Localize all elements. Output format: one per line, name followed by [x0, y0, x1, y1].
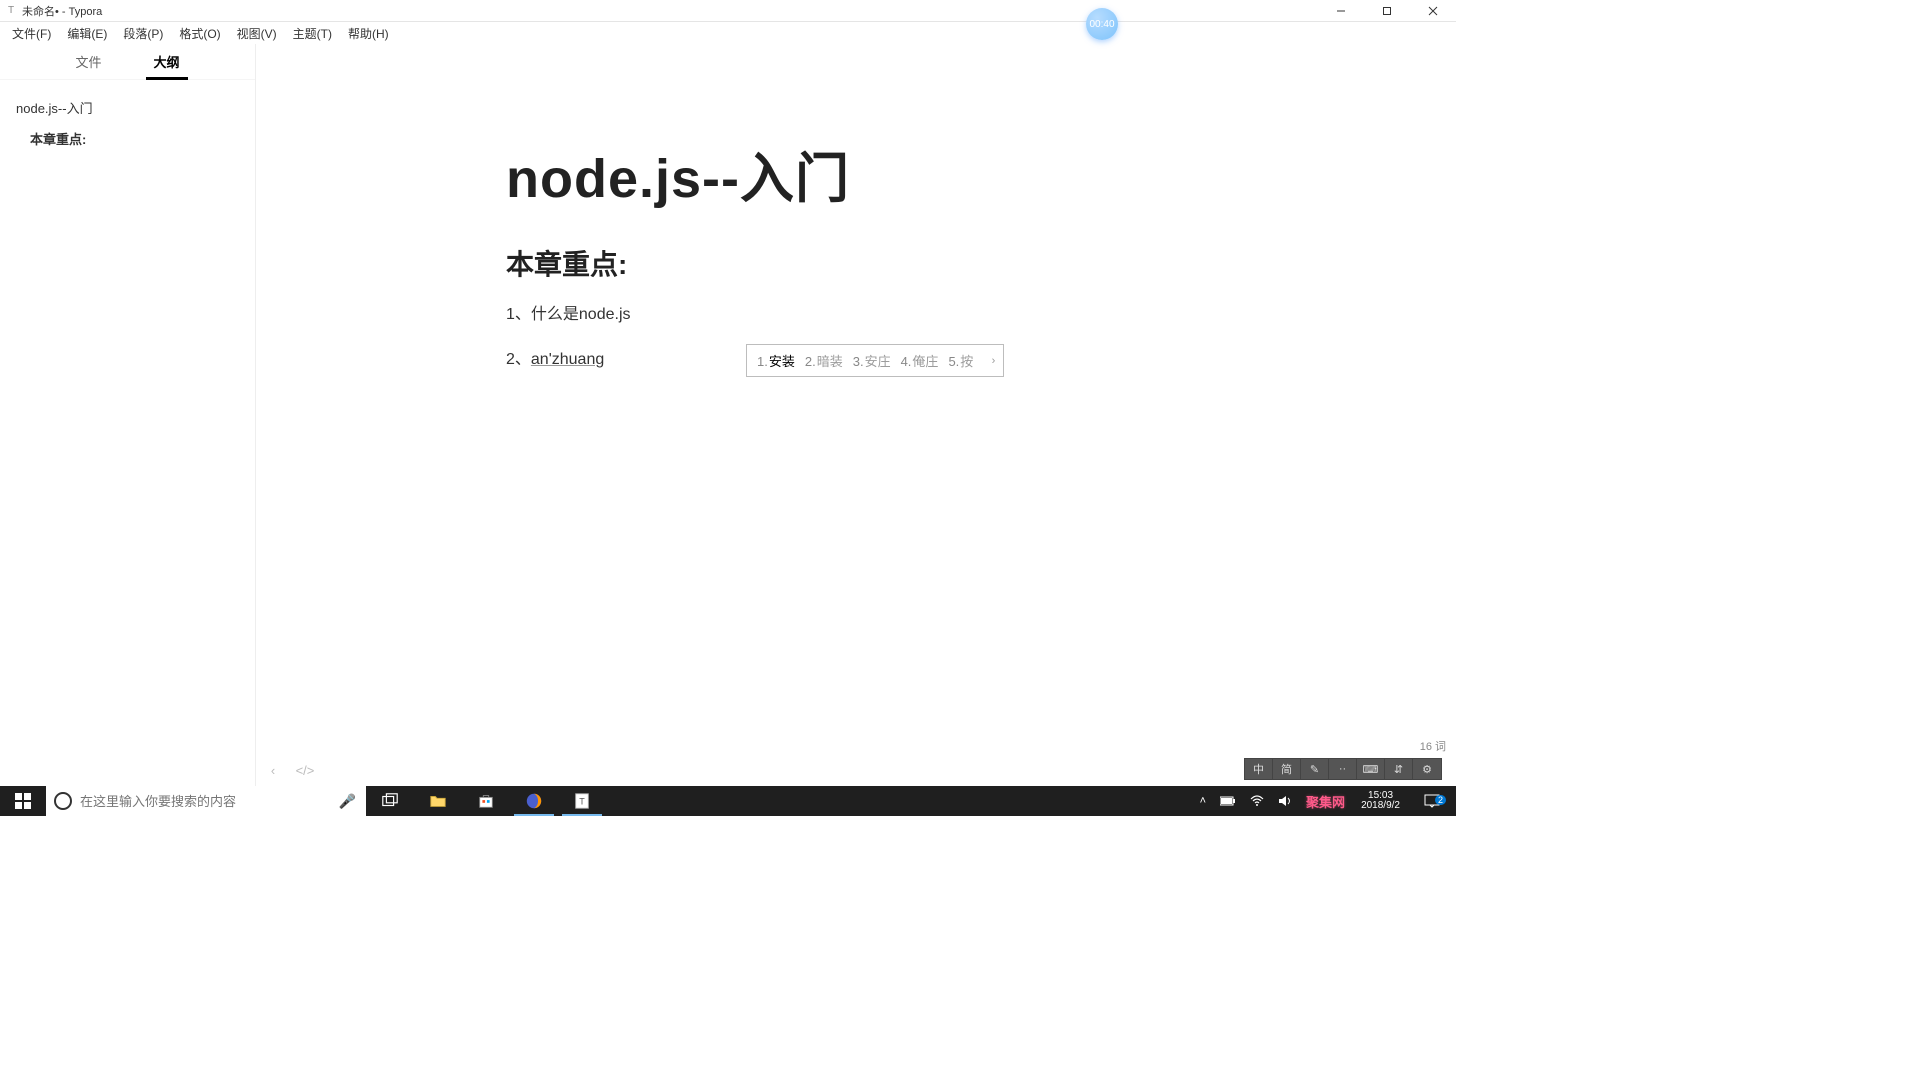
ime-candidate-3[interactable]: 3.安庄 — [853, 351, 891, 370]
menu-bar: 文件(F) 编辑(E) 段落(P) 格式(O) 视图(V) 主题(T) 帮助(H… — [0, 22, 1456, 44]
outline-item-h1[interactable]: node.js--入门 — [8, 92, 247, 123]
ime-candidate-4[interactable]: 4.俺庄 — [901, 351, 939, 370]
editor-footer: ‹ </> — [262, 760, 316, 780]
tab-files[interactable]: 文件 — [69, 44, 107, 79]
watermark-text: 聚集网 — [1302, 792, 1349, 811]
ime-more-icon[interactable]: › — [992, 355, 996, 367]
maximize-button[interactable] — [1364, 0, 1410, 22]
window-controls — [1318, 0, 1456, 22]
menu-file[interactable]: 文件(F) — [4, 23, 59, 44]
minimize-button[interactable] — [1318, 0, 1364, 22]
cortana-icon — [54, 792, 72, 810]
outline-panel: node.js--入门 本章重点: — [0, 80, 255, 166]
firefox-icon — [525, 792, 543, 810]
title-bar: T 未命名• - Typora — [0, 0, 1456, 22]
taskbar: 🎤 T ˄ 聚集网 15:03 2018/9/2 2 — [0, 786, 1456, 816]
ime-composition[interactable]: an'zhuang — [531, 351, 604, 368]
tray-chevron-icon[interactable]: ˄ — [1196, 795, 1210, 807]
editor-area[interactable]: node.js--入门 本章重点: 1、什么是node.js 2、an'zhua… — [256, 44, 1456, 786]
ime-candidate-5[interactable]: 5.按 — [948, 351, 973, 370]
start-button[interactable] — [0, 786, 46, 816]
system-tray: ˄ 聚集网 15:03 2018/9/2 2 — [1192, 786, 1456, 816]
heading-1[interactable]: node.js--入门 — [506, 134, 1236, 213]
close-button[interactable] — [1410, 0, 1456, 22]
tray-date: 2018/9/2 — [1361, 801, 1400, 811]
ime-candidate-2[interactable]: 2.暗装 — [805, 351, 843, 370]
firefox-button[interactable] — [510, 786, 558, 816]
mic-icon[interactable]: 🎤 — [339, 793, 356, 810]
outline-item-h2[interactable]: 本章重点: — [8, 123, 247, 154]
tray-wifi-icon[interactable] — [1246, 795, 1268, 807]
menu-paragraph[interactable]: 段落(P) — [115, 23, 171, 44]
typora-icon: T — [573, 792, 591, 810]
store-icon — [477, 792, 495, 810]
recorder-badge[interactable]: 00:40 — [1086, 8, 1118, 40]
store-button[interactable] — [462, 786, 510, 816]
ime-keyboard-button[interactable]: ⌨ — [1357, 759, 1385, 779]
menu-format[interactable]: 格式(O) — [171, 23, 228, 44]
typora-button[interactable]: T — [558, 786, 606, 816]
ime-status-toolbar: 中 简 ✎ ·· ⌨ ⇵ ⚙ — [1244, 758, 1442, 780]
ime-candidate-box[interactable]: 1.安装 2.暗装 3.安庄 4.俺庄 5.按 › — [746, 344, 1004, 377]
folder-icon — [429, 792, 447, 810]
window-title: 未命名• - Typora — [22, 3, 102, 19]
ime-punct-button[interactable]: ·· — [1329, 759, 1357, 779]
menu-help[interactable]: 帮助(H) — [340, 23, 397, 44]
sidebar: 文件 大纲 node.js--入门 本章重点: — [0, 44, 256, 786]
heading-2[interactable]: 本章重点: — [506, 243, 1236, 283]
ime-pen-button[interactable]: ✎ — [1301, 759, 1329, 779]
search-input[interactable] — [80, 794, 358, 809]
recorder-time: 00:40 — [1089, 19, 1114, 30]
tab-outline[interactable]: 大纲 — [148, 44, 186, 79]
back-button[interactable]: ‹ — [262, 760, 284, 780]
task-view-icon — [381, 792, 399, 810]
ime-settings-button[interactable]: ⚙ — [1413, 759, 1441, 779]
source-mode-button[interactable]: </> — [294, 760, 316, 780]
file-explorer-button[interactable] — [414, 786, 462, 816]
paragraph-1[interactable]: 1、什么是node.js — [506, 301, 1236, 328]
tray-battery-icon[interactable] — [1216, 796, 1240, 806]
ime-simp-button[interactable]: 简 — [1273, 759, 1301, 779]
svg-text:T: T — [579, 797, 585, 807]
notification-badge: 2 — [1435, 795, 1446, 805]
menu-view[interactable]: 视图(V) — [229, 23, 285, 44]
sidebar-tabs: 文件 大纲 — [0, 44, 255, 80]
windows-icon — [15, 793, 31, 809]
ime-lang-button[interactable]: 中 — [1245, 759, 1273, 779]
word-count[interactable]: 16 词 — [1420, 738, 1446, 754]
p2-prefix: 2、 — [506, 351, 531, 368]
action-center-button[interactable]: 2 — [1412, 794, 1452, 808]
task-view-button[interactable] — [366, 786, 414, 816]
workspace: 文件 大纲 node.js--入门 本章重点: node.js--入门 本章重点… — [0, 44, 1456, 786]
ime-candidate-1[interactable]: 1.安装 — [757, 351, 795, 370]
menu-edit[interactable]: 编辑(E) — [59, 23, 115, 44]
tray-clock[interactable]: 15:03 2018/9/2 — [1355, 791, 1406, 811]
taskbar-search[interactable]: 🎤 — [46, 786, 366, 816]
menu-theme[interactable]: 主题(T) — [285, 23, 340, 44]
ime-switch-button[interactable]: ⇵ — [1385, 759, 1413, 779]
app-icon: T — [4, 4, 18, 18]
tray-volume-icon[interactable] — [1274, 795, 1296, 807]
